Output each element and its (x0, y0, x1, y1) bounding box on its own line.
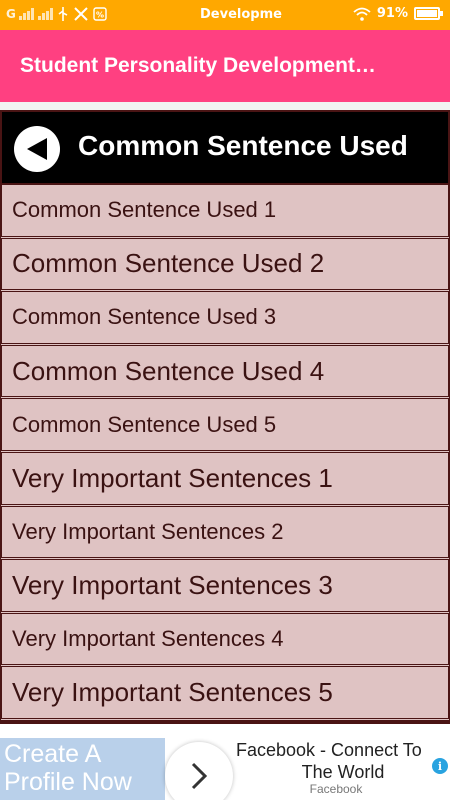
list-item[interactable]: Common Sentence Used 1 (0, 185, 450, 239)
signal-icon-2 (37, 8, 53, 20)
list-item-label: Very Important Sentences 4 (12, 626, 284, 652)
list-item-label: Very Important Sentences 3 (12, 569, 333, 600)
status-right: 91% (353, 6, 443, 21)
signal-icon (18, 8, 34, 20)
ad-sponsor: Facebook (309, 782, 363, 796)
list-item-label: Common Sentence Used 4 (12, 355, 325, 386)
header-title: Common Sentence Used (78, 130, 408, 161)
ad-title-line2: The World (301, 762, 385, 782)
status-app-name: Developme (200, 7, 282, 22)
list-item-label: Common Sentence Used 3 (12, 304, 277, 330)
list-item[interactable]: Very Important Sentences 1 (0, 452, 450, 507)
ad-image-text[interactable]: Create A Profile Now (0, 738, 165, 800)
list-item[interactable]: Common Sentence Used 3 (0, 292, 450, 346)
ad-banner[interactable]: Create A Profile Now Facebook - Connect … (0, 738, 450, 800)
list-item-label: Common Sentence Used 2 (12, 248, 325, 279)
list-item[interactable]: Common Sentence Used 5 (0, 399, 450, 453)
tools-icon (74, 7, 88, 21)
svg-text:%: % (96, 11, 104, 20)
percent-icon: % (93, 7, 107, 21)
back-arrow-icon (27, 138, 47, 160)
list-header: Common Sentence Used (0, 110, 450, 185)
usb-icon (58, 7, 68, 21)
list-item-label: Very Important Sentences 5 (12, 677, 333, 708)
list-item-label: Common Sentence Used 5 (12, 411, 277, 437)
list-item[interactable]: Common Sentence Used 2 (0, 238, 450, 293)
app-bar: Student Personality Development… (0, 30, 450, 102)
list-item-label: Very Important Sentences 2 (12, 518, 284, 544)
ad-left-line2: Profile Now (4, 768, 132, 796)
back-button[interactable] (14, 126, 60, 172)
app-title: Student Personality Development… (20, 54, 376, 77)
ad-title-line1: Facebook - Connect To (236, 740, 422, 760)
ad-title[interactable]: Facebook - Connect To The World (236, 739, 450, 783)
chevron-right-icon (191, 762, 208, 790)
info-icon[interactable]: i (432, 758, 448, 774)
status-bar: G % Developme 91% (0, 0, 450, 30)
list-item-label: Very Important Sentences 1 (12, 462, 333, 493)
list-item-label: Common Sentence Used 1 (12, 197, 277, 223)
list-item[interactable]: Very Important Sentences 5 (0, 667, 450, 721)
wifi-icon (353, 7, 371, 21)
ad-arrow-button[interactable] (165, 742, 233, 800)
list-item[interactable]: Very Important Sentences 3 (0, 560, 450, 614)
list-item[interactable]: Very Important Sentences 2 (0, 506, 450, 561)
carrier-label: G (6, 7, 16, 21)
status-left: G % (6, 7, 107, 21)
battery-percent: 91% (376, 6, 408, 21)
battery-icon (414, 7, 443, 20)
app-bar-gap (0, 102, 450, 110)
list-item[interactable]: Common Sentence Used 4 (0, 345, 450, 400)
ad-left-line1: Create A (4, 740, 102, 768)
sentence-list: Common Sentence Used 1 Common Sentence U… (0, 185, 450, 721)
list-item[interactable]: Very Important Sentences 4 (0, 613, 450, 668)
